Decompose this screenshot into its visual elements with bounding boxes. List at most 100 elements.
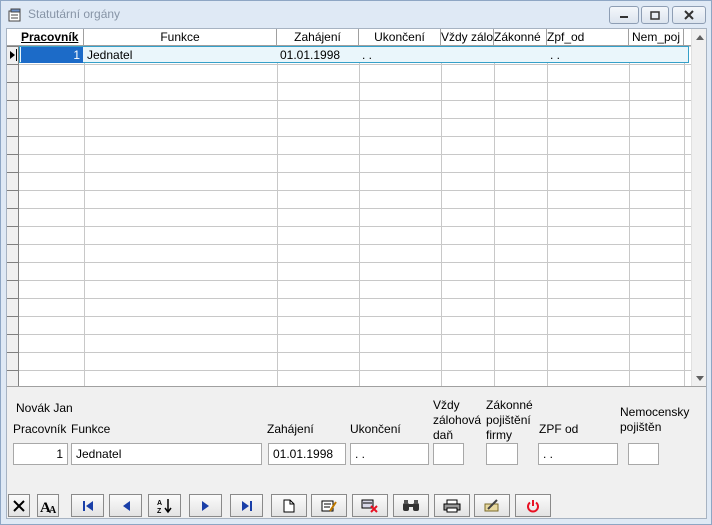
print-button[interactable] (434, 494, 470, 517)
grid-row-line (7, 154, 691, 155)
last-record-button[interactable] (230, 494, 263, 517)
window-title: Statutární orgány (28, 7, 121, 21)
scroll-up-icon[interactable] (692, 29, 706, 46)
scroll-down-icon[interactable] (692, 370, 706, 386)
delete-record-button[interactable] (352, 494, 388, 517)
row-header-line (7, 172, 19, 173)
close-icon (13, 499, 25, 512)
column-header-zakonne[interactable]: Zákonné (494, 29, 547, 46)
cancel-button[interactable] (8, 494, 30, 517)
vertical-scrollbar[interactable] (691, 29, 706, 386)
grid-row-line (7, 226, 691, 227)
grid-row-line (7, 298, 691, 299)
row-header-line (7, 226, 19, 227)
title-bar[interactable]: Statutární orgány (1, 1, 711, 28)
cell-pracovnik[interactable]: 1 (21, 47, 83, 63)
search-button[interactable] (393, 494, 429, 517)
column-header-zpf-od[interactable]: Zpf_od (547, 29, 629, 46)
next-record-icon (201, 500, 209, 511)
row-header-line (7, 208, 19, 209)
row-header-line (7, 262, 19, 263)
font-button[interactable]: A A (37, 494, 59, 517)
grid-column-line (684, 46, 685, 386)
label-nemocensky-line2: pojištěn (620, 420, 662, 434)
funkce-field[interactable]: Jednatel (71, 443, 262, 465)
nemocensky-pojisten-field[interactable] (628, 443, 659, 465)
last-record-icon (241, 500, 252, 511)
row-header-line (7, 334, 19, 335)
cell-vzdy[interactable] (444, 47, 492, 63)
grid-header: Pracovník Funkce Zahájení Ukončení Vždy … (7, 29, 691, 46)
svg-text:A: A (49, 505, 57, 514)
grid-row-line (7, 64, 691, 65)
minimize-icon (620, 16, 628, 18)
row-header-line (7, 82, 19, 83)
tools-icon (484, 498, 499, 511)
zahajeni-field[interactable]: 01.01.1998 (268, 443, 346, 465)
employee-name: Novák Jan (16, 401, 73, 415)
maximize-icon (650, 10, 660, 20)
column-header-vzdy[interactable]: Vždy zálohov (441, 29, 494, 46)
new-document-icon (283, 499, 295, 512)
grid-column-line (277, 46, 278, 386)
minimize-button[interactable] (609, 6, 639, 24)
grid-row-line (7, 352, 691, 353)
row-header-line (7, 244, 19, 245)
grid-row-line (7, 190, 691, 191)
cell-zahajeni[interactable]: 01.01.1998 (280, 47, 358, 63)
label-vzdy-line1: Vždy (433, 398, 460, 412)
ukonceni-field[interactable]: . . (350, 443, 429, 465)
column-header-nem-poj[interactable]: Nem_poj (629, 29, 684, 46)
binoculars-icon (403, 499, 419, 511)
printer-icon (443, 499, 461, 512)
previous-record-icon (122, 500, 130, 511)
svg-text:A: A (157, 500, 162, 507)
previous-record-button[interactable] (109, 494, 142, 517)
row-header-line (7, 298, 19, 299)
row-header-line (7, 46, 19, 47)
zakonne-pojisteni-field[interactable] (486, 443, 518, 465)
delete-record-icon (361, 499, 378, 513)
navigation-toolbar: A A A Z (7, 492, 706, 520)
grid-column-line (84, 46, 85, 386)
column-header-zahajeni[interactable]: Zahájení (277, 29, 359, 46)
label-nemocensky-line1: Nemocensky (620, 405, 690, 419)
cell-funkce[interactable]: Jednatel (87, 47, 275, 63)
column-header-ukonceni[interactable]: Ukončení (359, 29, 441, 46)
sort-button[interactable]: A Z (148, 494, 181, 517)
close-button[interactable] (672, 6, 706, 24)
grid-row-line (7, 280, 691, 281)
label-zpf-od: ZPF od (539, 422, 579, 436)
row-header-line (7, 280, 19, 281)
zpf-od-field[interactable]: . . (538, 443, 618, 465)
vzdy-zalohova-dan-field[interactable] (433, 443, 464, 465)
first-record-button[interactable] (71, 494, 104, 517)
records-grid[interactable]: Pracovník Funkce Zahájení Ukončení Vždy … (7, 29, 706, 387)
pracovnik-field[interactable]: 1 (13, 443, 68, 465)
row-header-line (7, 64, 19, 65)
new-record-button[interactable] (271, 494, 307, 517)
grid-column-line (359, 46, 360, 386)
next-record-button[interactable] (189, 494, 222, 517)
maximize-button[interactable] (641, 6, 669, 24)
exit-button[interactable] (515, 494, 551, 517)
row-header-line (7, 154, 19, 155)
sort-az-icon: A Z (157, 498, 172, 514)
row-header-line (7, 190, 19, 191)
client-area: Pracovník Funkce Zahájení Ukončení Vždy … (6, 28, 707, 519)
grid-row-line (7, 370, 691, 371)
column-header-pracovnik[interactable]: Pracovník (19, 29, 84, 46)
window: Statutární orgány Pracovník Funkce Zaháj… (0, 0, 712, 525)
label-zakonne-line1: Zákonné (486, 398, 533, 412)
cell-zpf-od[interactable]: . . (550, 47, 628, 63)
row-header-line (7, 100, 19, 101)
cell-nem-poj[interactable] (632, 47, 684, 63)
grid-row-line (7, 118, 691, 119)
edit-record-button[interactable] (311, 494, 347, 517)
tools-button[interactable] (474, 494, 510, 517)
cell-zakonne[interactable] (497, 47, 545, 63)
cell-ukonceni[interactable]: . . (362, 47, 440, 63)
row-header-line (7, 316, 19, 317)
row-header-line (7, 352, 19, 353)
column-header-funkce[interactable]: Funkce (84, 29, 277, 46)
